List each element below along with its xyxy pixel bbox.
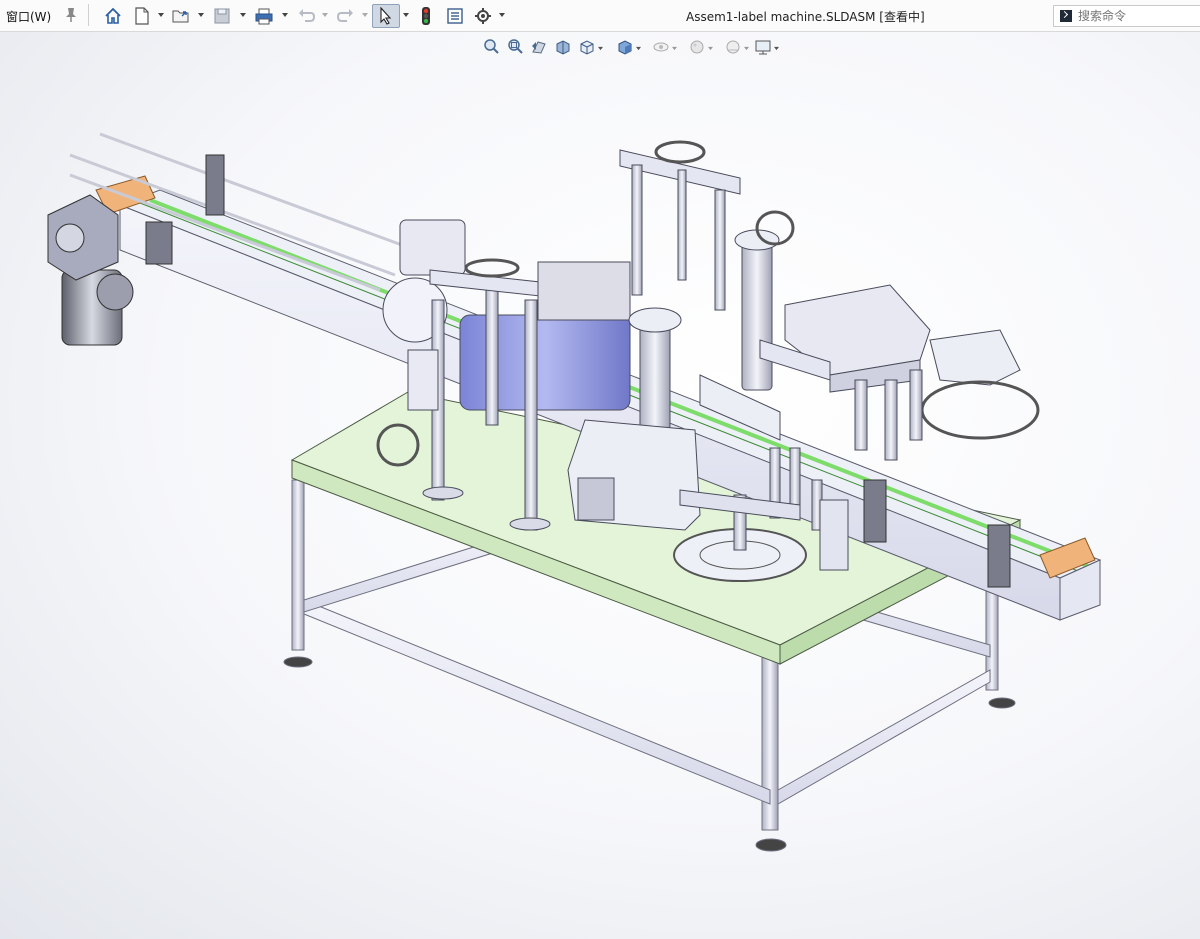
title-bar: 窗口(W) Assem1-label machine.SLDASM [查看中] … — [0, 0, 1200, 32]
redo-icon[interactable] — [334, 4, 358, 28]
graphics-area[interactable] — [0, 32, 1200, 939]
toolbar-separator — [88, 4, 89, 26]
document-title: Assem1-label machine.SLDASM [查看中] — [686, 10, 925, 24]
select-icon[interactable] — [372, 4, 400, 28]
file-properties-icon[interactable] — [443, 4, 467, 28]
window-menu[interactable]: 窗口(W) — [6, 8, 51, 25]
new-document-icon[interactable] — [130, 4, 154, 28]
open-dropdown-icon[interactable] — [198, 12, 204, 18]
open-icon[interactable] — [169, 4, 193, 28]
options-icon[interactable] — [471, 4, 495, 28]
options-dropdown-icon[interactable] — [499, 12, 505, 18]
redo-dropdown-icon[interactable] — [362, 12, 368, 18]
command-prompt-icon — [1060, 10, 1072, 22]
pin-icon[interactable] — [64, 7, 78, 23]
undo-icon[interactable] — [294, 4, 318, 28]
traffic-light-icon[interactable] — [414, 4, 438, 28]
print-dropdown-icon[interactable] — [282, 12, 288, 18]
command-search[interactable] — [1053, 5, 1200, 27]
select-dropdown-icon[interactable] — [403, 12, 409, 18]
search-input[interactable] — [1078, 8, 1196, 24]
save-icon[interactable] — [210, 4, 234, 28]
save-dropdown-icon[interactable] — [240, 12, 246, 18]
print-icon[interactable] — [252, 4, 276, 28]
undo-dropdown-icon[interactable] — [322, 12, 328, 18]
home-icon[interactable] — [101, 4, 125, 28]
new-dropdown-icon[interactable] — [158, 12, 164, 18]
label-machine-model[interactable] — [0, 32, 1200, 939]
